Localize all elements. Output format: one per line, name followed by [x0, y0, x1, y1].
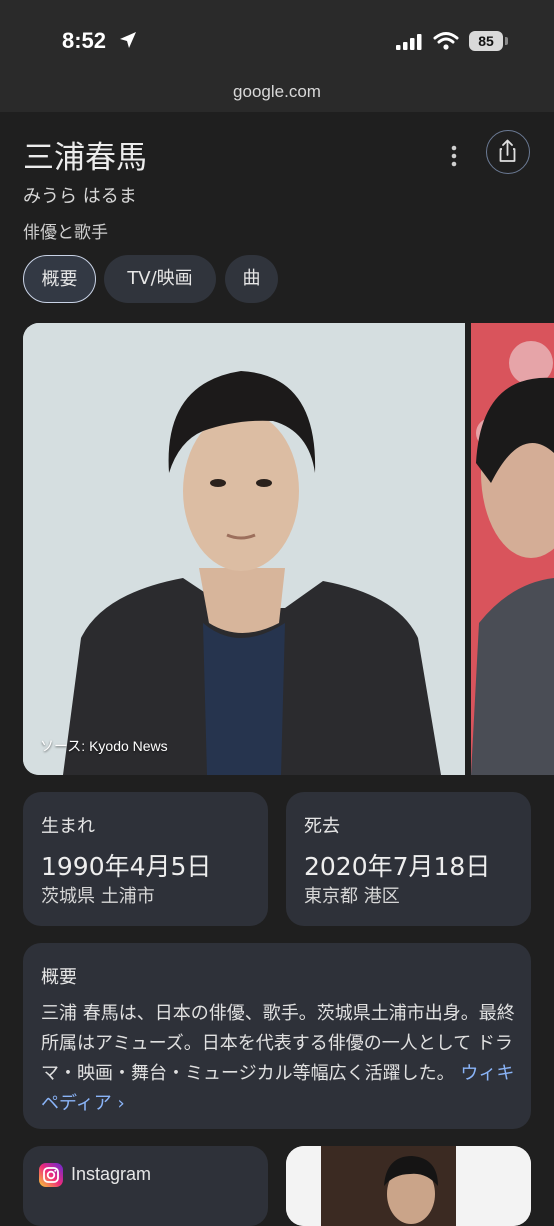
died-label: 死去 — [304, 816, 340, 837]
overview-body: 三浦 春馬は、日本の俳優、歌手。茨城県土浦市出身。最終所属はアミューズ。日本を代… — [41, 1003, 515, 1084]
location-arrow-icon — [120, 32, 136, 48]
overview-card: 概要 三浦 春馬は、日本の俳優、歌手。茨城県土浦市出身。最終所属はアミューズ。日… — [23, 943, 531, 1129]
portrait-illustration-2 — [471, 323, 554, 775]
thumbnail-image — [286, 1146, 531, 1226]
died-date: 2020年7月18日 — [304, 852, 491, 881]
battery-indicator: 85 — [469, 31, 503, 51]
url-bar[interactable]: google.com — [0, 72, 554, 112]
born-date: 1990年4月5日 — [41, 852, 212, 881]
born-place: 茨城県 土浦市 — [41, 886, 155, 907]
entity-title: 三浦春馬 — [23, 140, 147, 176]
born-card[interactable]: 生まれ 1990年4月5日 茨城県 土浦市 — [23, 792, 268, 926]
instagram-icon — [39, 1163, 63, 1187]
tab-overview[interactable]: 概要 — [23, 255, 96, 303]
share-button[interactable] — [486, 130, 530, 174]
more-vert-icon[interactable] — [438, 140, 470, 172]
share-icon — [499, 139, 516, 162]
thumbnail-card[interactable] — [286, 1146, 531, 1226]
signal-icon — [396, 34, 422, 50]
battery-tip — [505, 37, 508, 45]
overview-label: 概要 — [41, 967, 77, 988]
wifi-icon — [433, 32, 459, 50]
died-place: 東京都 港区 — [304, 886, 400, 907]
main-photo[interactable] — [23, 323, 465, 775]
status-time: 8:52 — [62, 28, 107, 53]
tab-tv-movies[interactable]: TV/映画 — [104, 255, 216, 303]
tab-songs[interactable]: 曲 — [225, 255, 278, 303]
instagram-label: Instagram — [71, 1164, 152, 1184]
portrait-illustration — [23, 323, 465, 775]
entity-reading: みうら はるま — [23, 186, 137, 207]
born-label: 生まれ — [41, 816, 95, 837]
photo-credit: ソース: Kyodo News — [40, 738, 168, 754]
entity-description: 俳優と歌手 — [23, 223, 108, 243]
instagram-card[interactable]: Instagram — [23, 1146, 268, 1226]
next-photo[interactable] — [471, 323, 554, 775]
died-card[interactable]: 死去 2020年7月18日 東京都 港区 — [286, 792, 531, 926]
overview-text: 三浦 春馬は、日本の俳優、歌手。茨城県土浦市出身。最終所属はアミューズ。日本を代… — [41, 999, 519, 1119]
